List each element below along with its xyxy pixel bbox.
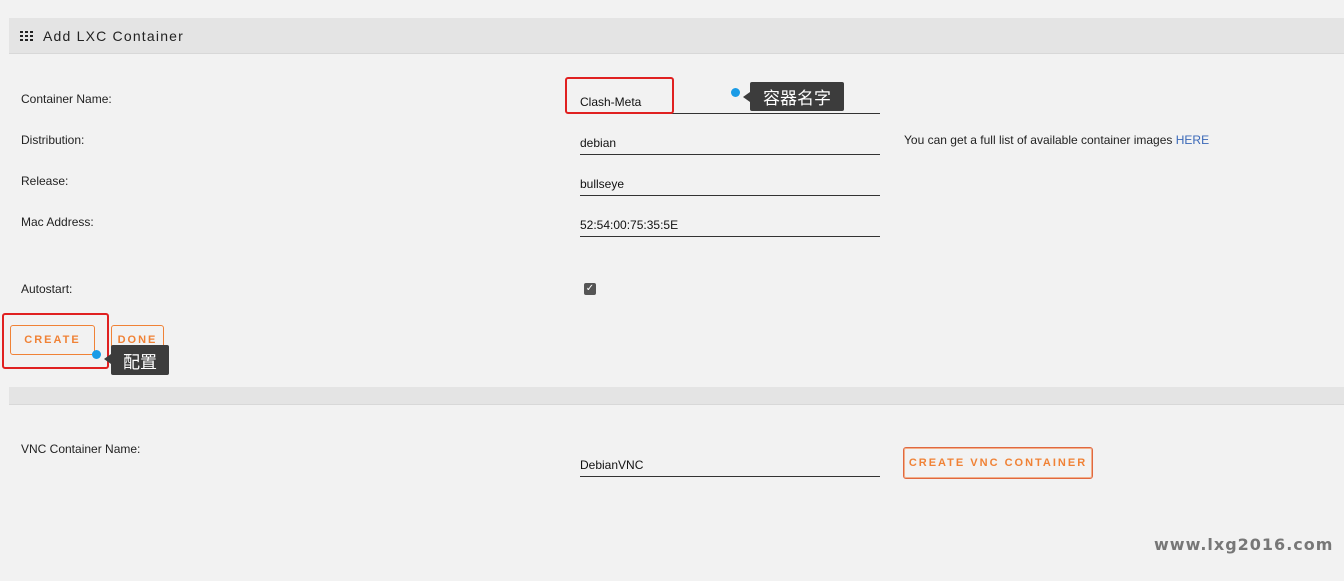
- help-text: You can get a full list of available con…: [904, 133, 1176, 147]
- help-link[interactable]: HERE: [1176, 133, 1209, 147]
- panel-header: Add LXC Container: [9, 18, 1344, 54]
- distribution-field[interactable]: debian: [580, 134, 880, 155]
- vnc-container-name-field[interactable]: DebianVNC: [580, 456, 880, 477]
- tooltip-name: 容器名字: [750, 82, 844, 111]
- tooltip-arrow-create: [104, 354, 111, 364]
- release-field[interactable]: bullseye: [580, 175, 880, 196]
- autostart-label: Autostart:: [21, 282, 73, 296]
- images-help-text: You can get a full list of available con…: [904, 133, 1209, 147]
- distribution-label: Distribution:: [21, 133, 85, 147]
- create-vnc-container-button[interactable]: CREATE VNC CONTAINER: [903, 447, 1093, 479]
- highlight-box-name: [565, 77, 674, 114]
- marker-dot-name: [731, 88, 740, 97]
- marker-dot-create: [92, 350, 101, 359]
- mac-address-field[interactable]: 52:54:00:75:35:5E: [580, 216, 880, 237]
- release-label: Release:: [21, 174, 69, 188]
- grid-icon: [20, 30, 33, 41]
- autostart-checkbox[interactable]: ✓: [584, 283, 596, 295]
- mac-address-label: Mac Address:: [21, 215, 94, 229]
- section-divider: [9, 387, 1344, 405]
- tooltip-create: 配置: [111, 345, 169, 375]
- container-name-label: Container Name:: [21, 92, 112, 106]
- panel-title: Add LXC Container: [43, 27, 185, 44]
- highlight-box-create: [2, 313, 109, 369]
- watermark: www.lxg2016.com: [1154, 535, 1334, 554]
- vnc-container-name-label: VNC Container Name:: [21, 442, 141, 456]
- tooltip-arrow-name: [743, 92, 750, 102]
